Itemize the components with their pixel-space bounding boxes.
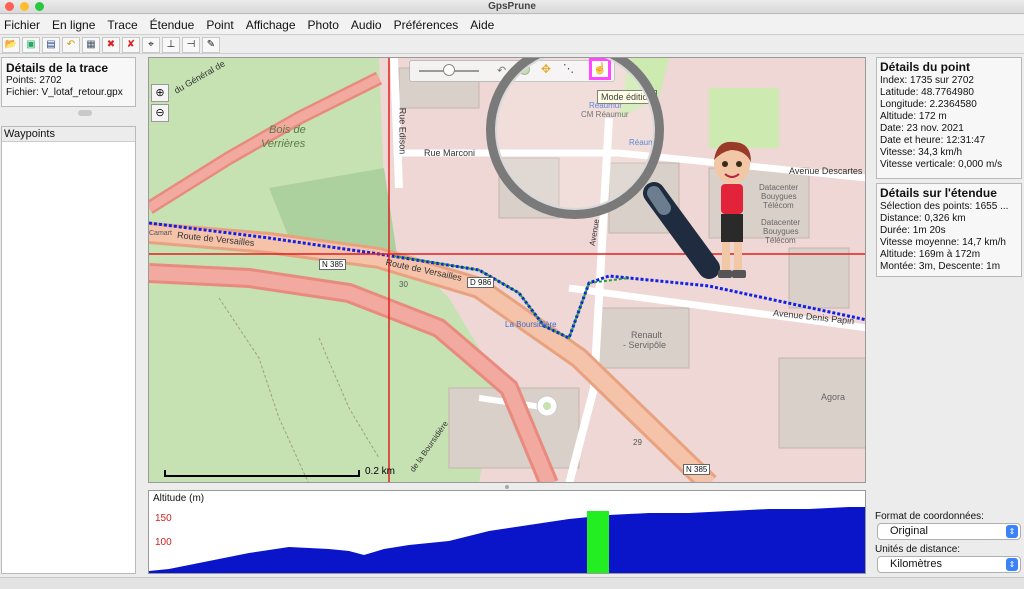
track-points: Points: 2702 [6,75,62,86]
save-icon[interactable]: ▤ [42,36,60,53]
title-bar: GpsPrune [0,0,1024,14]
waypoints-panel: Waypoints [1,126,136,574]
map-label-verrieres: Verrières [261,138,306,150]
map-label-descartes: Avenue Descartes [789,166,863,176]
range-avg-speed: Vitesse moyenne: 14,7 km/h [880,237,1006,248]
status-bar [0,577,1024,589]
range-climb: Montée: 3m, Descente: 1m [880,261,1001,272]
menu-photo[interactable]: Photo [304,15,347,35]
range-duration: Durée: 1m 20s [880,225,946,236]
altitude-profile[interactable]: Altitude (m) 150 100 [148,490,866,574]
track-file: Fichier: V_lotaf_retour.gpx [6,87,123,98]
map-label-bouygues-2: Bouygues [763,227,799,236]
distance-units-value: Kilomètres [890,558,942,570]
edit-mode-tooltip: Mode édition [597,90,657,104]
menu-preferences[interactable]: Préférences [390,15,467,35]
edit-mode-icon[interactable]: ☝ [589,58,611,80]
slider-thumb[interactable] [443,64,455,76]
zoom-in-button[interactable]: ⊕ [151,84,169,102]
undo-icon[interactable]: ↶ [62,36,80,53]
connect-points-icon[interactable]: ⋱ [563,62,574,75]
delete-point-icon[interactable]: ✖ [102,36,120,53]
point-date: Date: 23 nov. 2021 [880,123,964,134]
avatar [714,141,751,278]
chevron-updown-icon: ⇕ [1006,558,1018,571]
track-details-panel: Détails de la trace Points: 2702 Fichier… [1,57,136,107]
range-details-panel: Détails sur l'étendue Sélection des poin… [876,183,1022,277]
panel-splitter[interactable] [78,110,92,116]
point-altitude: Altitude: 172 m [880,111,947,122]
map-label-agora: Agora [821,392,846,402]
map-scale-label: 0.2 km [365,466,396,477]
map-label-30: 30 [399,280,408,289]
distance-units-select[interactable]: Kilomètres ⇕ [877,556,1021,573]
map-resize-handle[interactable] [505,485,509,489]
distance-units-label: Unités de distance: [875,544,961,555]
menu-trace[interactable]: Trace [103,15,145,35]
map-label-la-boursidiere: La Boursidière [505,320,557,329]
point-vertical-speed: Vitesse verticale: 0,000 m/s [880,159,1003,170]
map-label-edison: Rue Edison [397,107,408,155]
map-label-telecom-2: Télécom [765,236,796,245]
open-file-icon[interactable]: 📂 [2,36,20,53]
range-distance: Distance: 0,326 km [880,213,966,224]
add-photo-icon[interactable]: ▣ [22,36,40,53]
toolbar: 📂 ▣ ▤ ↶ ▦ ✖ ✘ ⌖ ⊥ ⊣ ✎ [0,36,1024,54]
coord-format-label: Format de coordonnées: [875,511,984,522]
menu-bar: Fichier En ligne Trace Étendue Point Aff… [0,15,1024,35]
select-start-icon[interactable]: ⌖ [142,36,160,53]
delete-range-icon[interactable]: ✘ [122,36,140,53]
edit-point-icon[interactable]: ▦ [82,36,100,53]
map-label-29: 29 [633,438,642,447]
point-longitude: Longitude: 2.2364580 [880,99,977,110]
pencil-icon[interactable]: ✎ [202,36,220,53]
range-details-heading: Détails sur l'étendue [880,186,997,200]
map-label-renault: Renault [631,330,663,340]
menu-point[interactable]: Point [202,15,241,35]
point-latitude: Latitude: 48.7764980 [880,87,974,98]
coord-format-select[interactable]: Original ⇕ [877,523,1021,540]
point-datetime: Date et heure: 12:31:47 [880,135,986,146]
altitude-chart[interactable] [149,491,865,573]
map-view[interactable]: Bois de Verrières du Général de Rue Edis… [148,57,866,483]
altitude-tick-100: 100 [155,537,172,548]
map-label-marconi: Rue Marconi [424,148,476,158]
connect-icon[interactable]: ⊣ [182,36,200,53]
point-details-heading: Détails du point [880,60,970,74]
map-label-n385-a: N 385 [319,259,347,270]
map-label-cm-reaumur: CM Réaumur [581,110,629,119]
range-selection: Sélection des points: 1655 ... [880,201,1009,212]
map-label-reaumur-2: Réaumur [629,138,662,147]
map-label-servipole: - Servipôle [623,340,667,350]
menu-en-ligne[interactable]: En ligne [48,15,103,35]
map-label-bois: Bois de [269,124,306,136]
map-label-telecom: Télécom [763,201,794,210]
chevron-updown-icon: ⇕ [1006,525,1018,538]
menu-audio[interactable]: Audio [347,15,390,35]
select-end-icon[interactable]: ⊥ [162,36,180,53]
point-details-panel: Détails du point Index: 1735 sur 2702 La… [876,57,1022,179]
menu-fichier[interactable]: Fichier [0,15,48,35]
autopan-icon[interactable]: ✥ [541,62,551,76]
track-details-heading: Détails de la trace [6,61,109,75]
coord-format-value: Original [890,525,928,537]
menu-aide[interactable]: Aide [466,15,502,35]
point-index: Index: 1735 sur 2702 [880,75,974,86]
zoom-out-button[interactable]: ⊖ [151,104,169,122]
point-speed: Vitesse: 34,3 km/h [880,147,963,158]
undo-zoom-icon[interactable]: ↶ [497,64,506,77]
menu-etendue[interactable]: Étendue [146,15,203,35]
map-label-camart: Camart [149,230,172,237]
range-altitude: Altitude: 169m à 172m [880,249,981,260]
map-label-n385-b: N 385 [683,464,711,475]
waypoints-heading: Waypoints [2,127,135,142]
map-label-d986: D 986 [467,277,495,288]
altitude-tick-150: 150 [155,513,172,524]
window-title: GpsPrune [488,1,536,12]
menu-affichage[interactable]: Affichage [242,15,304,35]
map-style-icon[interactable] [519,64,530,75]
